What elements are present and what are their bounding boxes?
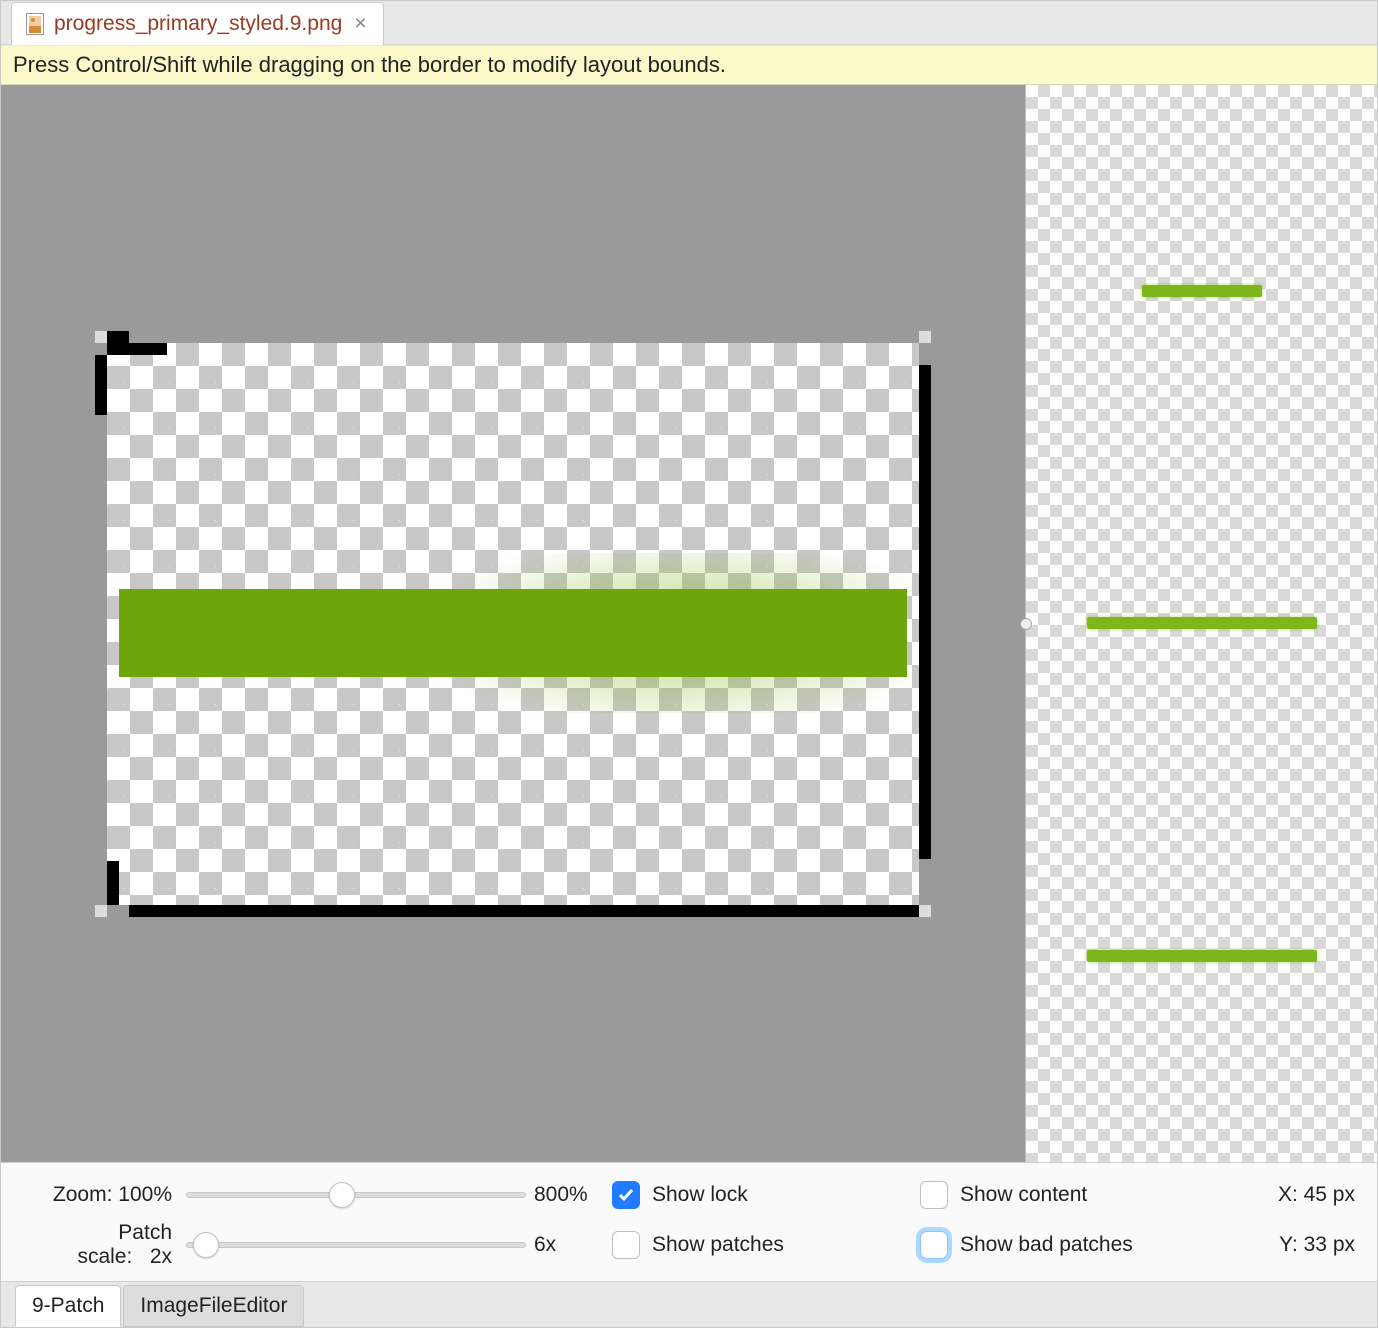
patchscale-value: 2x — [150, 1245, 172, 1268]
tab-imagefileeditor[interactable]: ImageFileEditor — [123, 1285, 304, 1327]
patch-mark-top2[interactable] — [107, 343, 167, 355]
patch-mark-left[interactable] — [95, 355, 107, 415]
corner-tr — [919, 331, 931, 343]
preview-medium — [1087, 617, 1317, 629]
file-tab-label: progress_primary_styled.9.png — [54, 12, 342, 36]
patch-mark-bottomleft[interactable] — [107, 861, 119, 905]
ninepatch-canvas[interactable] — [1, 85, 1025, 1162]
close-tab-icon[interactable]: × — [352, 12, 368, 36]
show-patches-checkbox[interactable] — [612, 1231, 640, 1259]
coord-x: X: 45 px — [1228, 1183, 1355, 1207]
corner-bl — [95, 905, 107, 917]
patch-mark-right[interactable] — [919, 365, 931, 859]
preview-small — [1142, 285, 1262, 297]
file-tab[interactable]: progress_primary_styled.9.png × — [11, 2, 384, 45]
show-patches-label: Show patches — [652, 1233, 784, 1257]
open-files-tabbar: progress_primary_styled.9.png × — [1, 1, 1377, 45]
ninepatch-image[interactable] — [93, 329, 933, 919]
tab-9patch[interactable]: 9-Patch — [15, 1285, 121, 1327]
zoom-slider[interactable] — [186, 1184, 526, 1206]
hint-bar: Press Control/Shift while dragging on th… — [1, 45, 1377, 85]
show-content-label: Show content — [960, 1183, 1087, 1207]
zoom-label: Zoom: — [53, 1183, 113, 1206]
corner-br — [919, 905, 931, 917]
zoom-max: 800% — [534, 1183, 604, 1207]
zoom-value: 100% — [118, 1183, 172, 1206]
patch-mark-bottom[interactable] — [129, 905, 919, 917]
editor-mode-tabbar: 9-Patch ImageFileEditor — [1, 1281, 1377, 1327]
pane-splitter-handle[interactable] — [1020, 618, 1032, 630]
preview-pane — [1025, 85, 1377, 1162]
show-bad-patches-label: Show bad patches — [960, 1233, 1133, 1257]
patch-mark-top[interactable] — [107, 331, 129, 343]
image-file-icon — [26, 13, 44, 35]
preview-large — [1087, 950, 1317, 962]
show-lock-checkbox[interactable] — [612, 1181, 640, 1209]
show-content-checkbox[interactable] — [920, 1181, 948, 1209]
patchscale-max: 6x — [534, 1233, 604, 1257]
corner-tl — [95, 331, 107, 343]
controls-panel: Zoom: 100% 800% Show lock Show content X… — [1, 1162, 1377, 1281]
patchscale-slider[interactable] — [186, 1234, 526, 1256]
show-lock-label: Show lock — [652, 1183, 748, 1207]
progress-bar-graphic — [119, 589, 907, 677]
coord-y: Y: 33 px — [1228, 1233, 1355, 1257]
show-bad-patches-checkbox[interactable] — [920, 1231, 948, 1259]
